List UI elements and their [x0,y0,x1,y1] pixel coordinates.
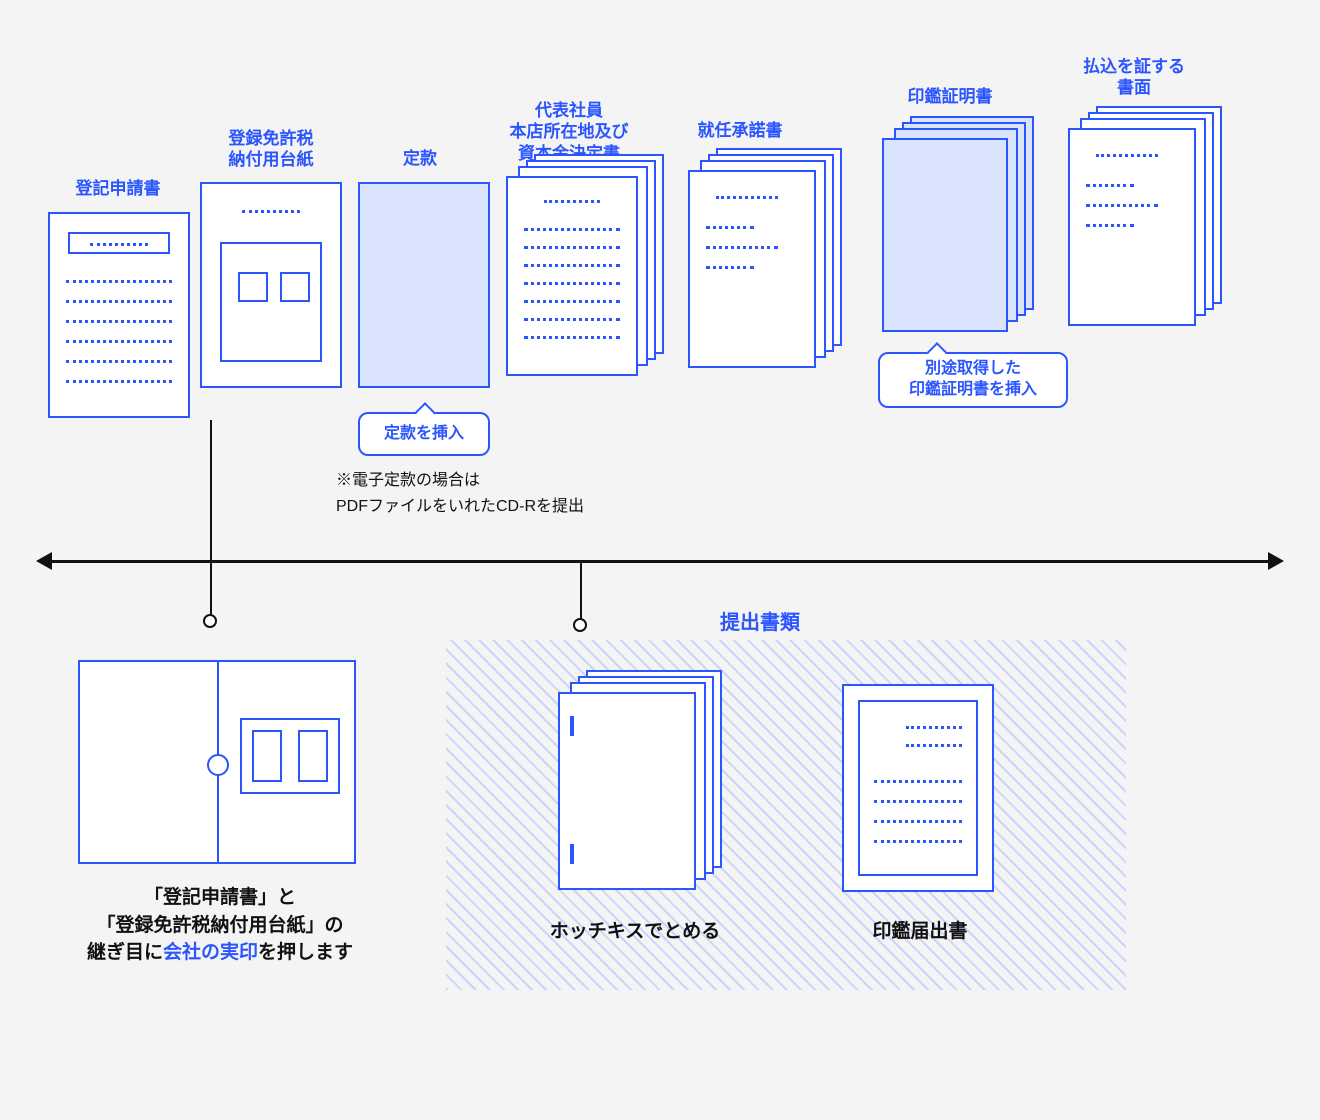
doc-seal-cert [882,138,1008,332]
stem-left [210,420,212,620]
doc-registration-application [48,212,190,418]
stem-left-dot [203,614,217,628]
axis-line [50,560,1270,563]
callout-insert-articles: 定款を挿入 [358,412,490,456]
callout-insert-articles-text: 定款を挿入 [384,424,464,445]
staple-caption: ホッチキスでとめる [520,918,750,946]
staple-stack-front [558,692,696,890]
label-seal-cert: 印鑑証明書 [890,86,1010,107]
label-acceptance: 就任承諾書 [680,120,800,141]
callout-insert-seal-cert: 別途取得した 印鑑証明書を挿入 [878,352,1068,408]
submission-docs-title: 提出書類 [700,606,820,635]
booklet-caption-suffix: を押します [258,942,353,963]
label-articles: 定款 [380,148,460,169]
callout-insert-seal-cert-text: 別途取得した 印鑑証明書を挿入 [909,359,1037,401]
booklet-caption: 「登記申請書」と 「登録免許税納付用台紙」の 継ぎ目に会社の実印を押します [40,884,400,967]
doc-rep-capital [506,176,638,376]
doc-articles [358,182,490,388]
label-registration-application: 登記申請書 [58,178,178,199]
doc-seal-registration [842,684,994,892]
seal-ring-icon [207,754,229,776]
axis-arrow-left [36,552,52,570]
stem-center [580,560,582,624]
seal-registration-caption: 印鑑届出書 [820,918,1020,946]
note-electronic-articles: ※電子定款の場合は PDFファイルをいれたCD-Rを提出 [336,468,584,519]
stem-center-dot [573,618,587,632]
axis-arrow-right [1268,552,1284,570]
booklet [78,660,356,864]
doc-proof-payment [1068,128,1196,326]
label-proof-payment: 払込を証する 書面 [1054,56,1214,99]
label-tax-mount: 登録免許税 納付用台紙 [196,128,346,171]
doc-tax-mount [200,182,342,388]
doc-acceptance [688,170,816,368]
booklet-caption-accent: 会社の実印 [163,942,258,963]
